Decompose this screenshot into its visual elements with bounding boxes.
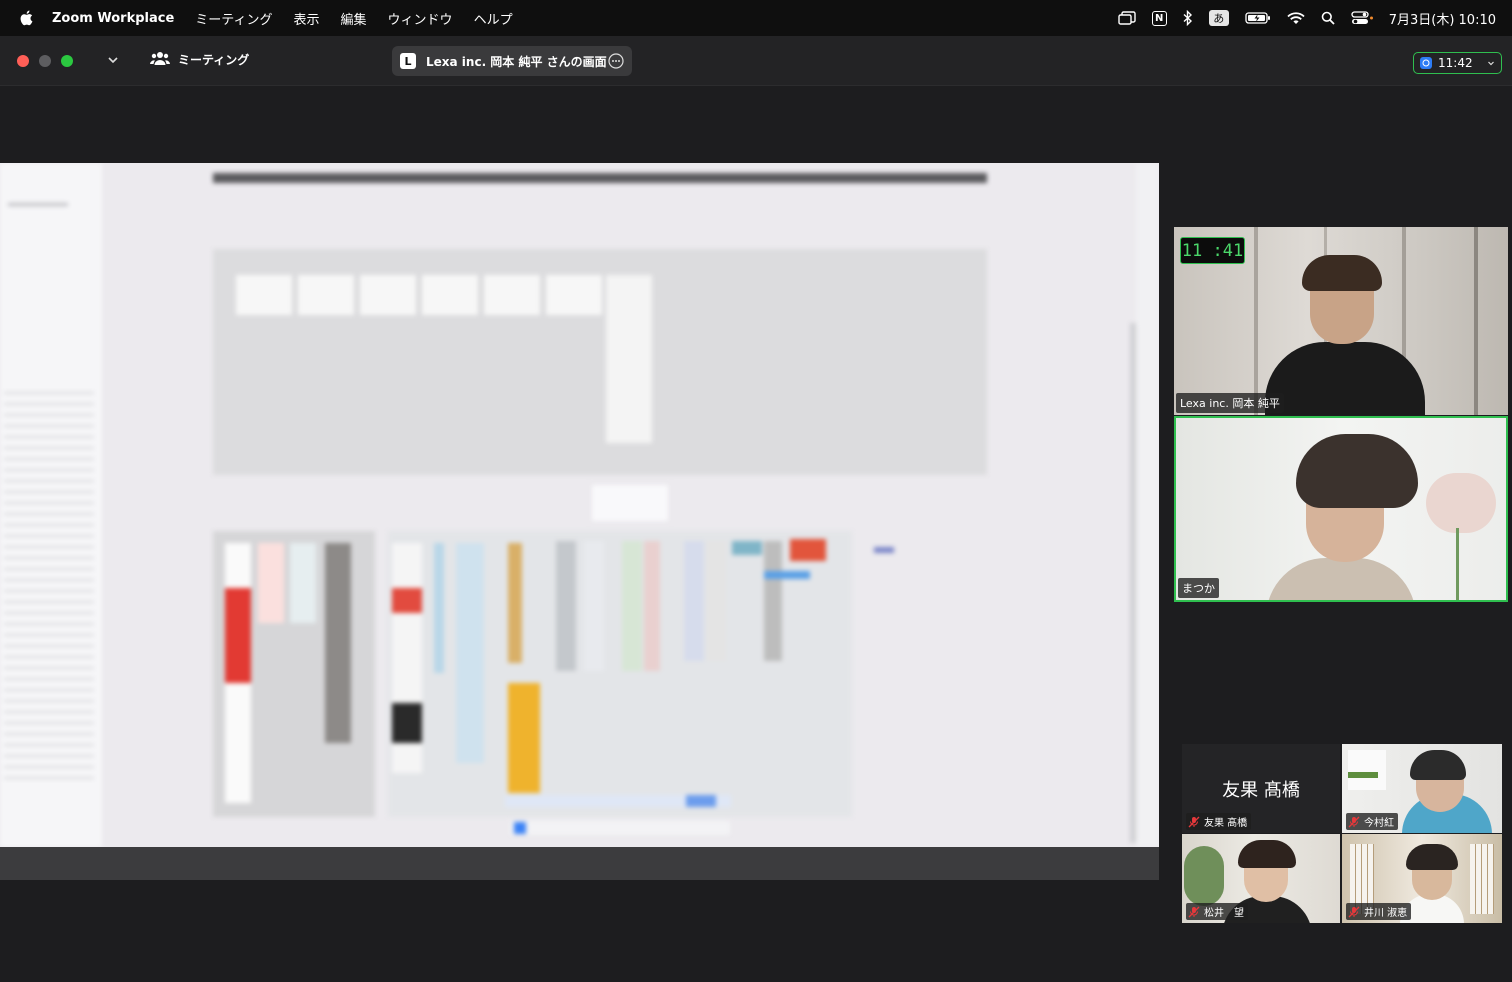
chevron-down-icon[interactable] (1487, 56, 1495, 70)
minimize-window-button[interactable] (39, 55, 51, 67)
gallery-tile-matsui[interactable]: 松井 望 (1182, 834, 1340, 923)
participant-name-label: 井川 淑恵 (1346, 903, 1412, 920)
participant-name-label: まつか (1178, 578, 1219, 598)
video-tile-matsuka-active[interactable]: まつか (1174, 416, 1508, 602)
apple-icon[interactable] (16, 10, 36, 26)
maximize-window-button[interactable] (61, 55, 73, 67)
participant-name-label: 友果 髙橋 (1186, 813, 1252, 830)
chevron-down-icon[interactable] (106, 52, 120, 71)
gallery-tile-ikawa[interactable]: 井川 淑恵 (1342, 834, 1502, 923)
sharer-app-logo: L (400, 53, 416, 69)
menu-bar: Zoom Workplace ミーティング 表示 編集 ウィンドウ ヘルプ N … (0, 0, 1512, 36)
meeting-info-button[interactable]: ミーティング (150, 50, 249, 69)
window-controls (17, 55, 73, 67)
share-title: Lexa inc. 岡本 純平 さんの画面 (426, 54, 607, 69)
input-method-icon[interactable]: あ (1208, 8, 1229, 28)
more-options-icon[interactable] (608, 53, 624, 72)
shared-screen-bottom-bar (0, 847, 1159, 880)
shared-screen-content (0, 163, 1159, 847)
control-center-icon[interactable] (1351, 8, 1373, 28)
stage-manager-icon[interactable] (1118, 8, 1136, 28)
menu-help[interactable]: ヘルプ (474, 9, 513, 28)
video-tile-okamoto[interactable]: 11 :41 Lexa inc. 岡本 純平 (1174, 227, 1508, 415)
mic-muted-icon (1348, 816, 1360, 828)
participant-name-label: Lexa inc. 岡本 純平 (1176, 393, 1284, 413)
notion-icon[interactable]: N (1151, 8, 1167, 28)
battery-icon[interactable] (1245, 8, 1271, 28)
timer-value: 11:42 (1438, 56, 1473, 70)
meeting-timer[interactable]: 11:42 (1413, 52, 1502, 74)
close-window-button[interactable] (17, 55, 29, 67)
screen-share-indicator[interactable]: L Lexa inc. 岡本 純平 さんの画面 (392, 46, 632, 76)
bluetooth-icon[interactable] (1183, 8, 1193, 28)
participants-icon (150, 50, 170, 69)
gallery-tile-takahashi[interactable]: 友果 髙橋 友果 髙橋 (1182, 744, 1340, 833)
meeting-label: ミーティング (178, 53, 250, 67)
clock-overlay: 11 :41 (1180, 237, 1245, 264)
wifi-icon[interactable] (1287, 8, 1305, 28)
zoom-toolbar: ミーティング L Lexa inc. 岡本 純平 さんの画面 11:42 (0, 36, 1512, 86)
mic-muted-icon (1188, 816, 1200, 828)
timer-icon (1420, 57, 1432, 69)
mic-muted-icon (1188, 906, 1200, 918)
menu-app-name[interactable]: Zoom Workplace (52, 11, 174, 26)
menu-window[interactable]: ウィンドウ (388, 9, 453, 28)
participant-name-label: 松井 望 (1186, 903, 1248, 920)
menu-meeting[interactable]: ミーティング (195, 9, 272, 28)
participant-name-label: 今村紅 (1346, 813, 1398, 830)
menu-datetime[interactable]: 7月3日(木) 10:10 (1389, 9, 1496, 28)
participant-name-large: 友果 髙橋 (1222, 780, 1300, 801)
search-icon[interactable] (1321, 8, 1335, 28)
menu-edit[interactable]: 編集 (341, 9, 367, 28)
shared-screen[interactable] (0, 163, 1159, 880)
gallery-tile-imamura[interactable]: 今村紅 (1342, 744, 1502, 833)
menu-view[interactable]: 表示 (294, 9, 320, 28)
mic-muted-icon (1348, 906, 1360, 918)
